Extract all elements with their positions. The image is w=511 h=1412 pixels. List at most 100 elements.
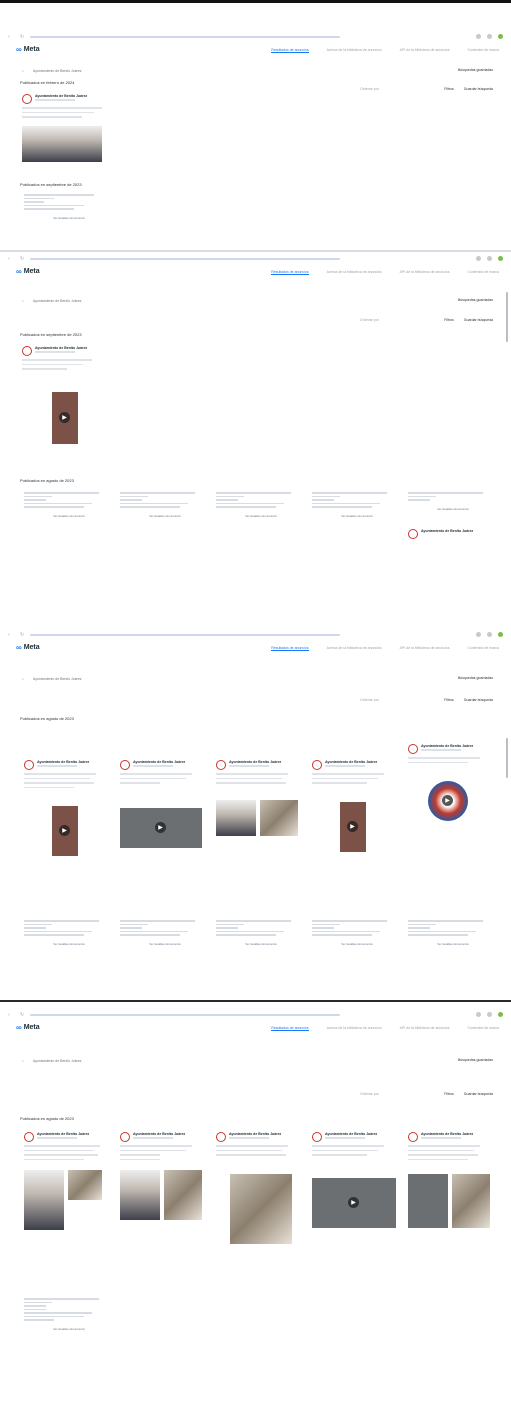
ad-image[interactable] [120, 1170, 160, 1220]
meta-logo[interactable]: ∞ Meta [16, 643, 40, 652]
ad-details-link[interactable]: Ver detalles del anuncio [24, 216, 114, 220]
back-icon[interactable]: ‹ [8, 1013, 12, 1018]
search-input[interactable]: Ayuntamiento de Benito Juárez [30, 1058, 85, 1064]
address-bar[interactable] [30, 36, 340, 38]
tab-results[interactable]: Resultados de anuncios [271, 48, 309, 53]
ad-video[interactable]: ▶ [52, 806, 78, 856]
ad-image[interactable] [164, 1170, 202, 1220]
ad-card[interactable]: Ayuntamiento de Benito Juárez [120, 1132, 208, 1220]
advertiser-name[interactable]: Ayuntamiento de Benito Juárez [133, 1132, 185, 1136]
advertiser-name[interactable]: Ayuntamiento de Benito Juárez [421, 744, 473, 748]
meta-logo[interactable]: ∞ Meta [16, 45, 40, 54]
ad-card[interactable]: Ayuntamiento de Benito Juárez [24, 1132, 112, 1230]
advertiser-name[interactable]: Ayuntamiento de Benito Juárez [421, 529, 473, 539]
address-bar[interactable] [30, 258, 340, 260]
ad-image[interactable] [68, 1170, 102, 1200]
advertiser-name[interactable]: Ayuntamiento de Benito Juárez [35, 346, 87, 350]
ad-details-link[interactable]: Ver detalles del anuncio [24, 1327, 114, 1331]
ad-card[interactable]: Ayuntamiento de Benito Juárez ▶ [312, 1132, 400, 1228]
ad-video[interactable]: ▶ [428, 781, 468, 821]
tab-about[interactable]: Acerca de la biblioteca de anuncios [327, 48, 382, 53]
ad-card[interactable]: Ayuntamiento de Benito Juárez ▶ [408, 744, 496, 821]
scrollbar[interactable] [506, 738, 508, 778]
ad-image[interactable] [260, 799, 298, 836]
filters-button[interactable]: Filtros [444, 698, 454, 702]
advertiser-name[interactable]: Ayuntamiento de Benito Juárez [229, 1132, 281, 1136]
tab-api[interactable]: API de la biblioteca de anuncios [400, 646, 450, 651]
tab-branded[interactable]: Contenido de marca [467, 270, 499, 275]
reload-icon[interactable]: ↻ [20, 633, 24, 638]
save-search-button[interactable]: Guardar búsqueda [464, 318, 493, 322]
ad-card[interactable]: Ayuntamiento de Benito Juárez [22, 94, 112, 162]
advertiser-name[interactable]: Ayuntamiento de Benito Juárez [325, 1132, 377, 1136]
meta-logo[interactable]: ∞ Meta [16, 1023, 40, 1032]
ad-details-link[interactable]: Ver detalles del anuncio [408, 942, 498, 946]
play-icon[interactable]: ▶ [348, 1196, 359, 1208]
ad-card[interactable]: Ayuntamiento de Benito Juárez [216, 760, 304, 836]
saved-searches-button[interactable]: Búsquedas guardadas [458, 676, 493, 680]
back-icon[interactable]: ‹ [8, 257, 12, 262]
ad-video[interactable]: ▶ [340, 801, 366, 852]
ad-details-link[interactable]: Ver detalles del anuncio [312, 514, 402, 518]
advertiser-name[interactable]: Ayuntamiento de Benito Juárez [325, 760, 377, 764]
advertiser-name[interactable]: Ayuntamiento de Benito Juárez [133, 760, 185, 764]
play-icon[interactable]: ▶ [347, 820, 358, 832]
reload-icon[interactable]: ↻ [20, 35, 24, 40]
play-icon[interactable]: ▶ [155, 821, 166, 833]
ad-image[interactable] [452, 1174, 490, 1228]
advertiser-name[interactable]: Ayuntamiento de Benito Juárez [37, 1132, 89, 1136]
tab-about[interactable]: Acerca de la biblioteca de anuncios [327, 646, 382, 651]
ad-image[interactable] [22, 125, 102, 162]
tab-about[interactable]: Acerca de la biblioteca de anuncios [327, 270, 382, 275]
ad-details-link[interactable]: Ver detalles del anuncio [312, 942, 402, 946]
filters-button[interactable]: Filtros [444, 1092, 454, 1096]
ad-card[interactable]: Ayuntamiento de Benito Juárez ▶ [120, 760, 208, 848]
address-bar[interactable] [30, 1014, 340, 1016]
tab-results[interactable]: Resultados de anuncios [271, 646, 309, 651]
search-input[interactable]: Ayuntamiento de Benito Juárez [30, 676, 85, 682]
ad-details-link[interactable]: Ver detalles del anuncio [120, 942, 210, 946]
ad-card[interactable]: Ayuntamiento de Benito Juárez ▶ [24, 760, 112, 856]
ad-card[interactable]: Ayuntamiento de Benito Juárez ▶ [312, 760, 400, 852]
tab-api[interactable]: API de la biblioteca de anuncios [400, 48, 450, 53]
tab-results[interactable]: Resultados de anuncios [271, 270, 309, 275]
play-icon[interactable]: ▶ [59, 411, 70, 423]
tab-branded[interactable]: Contenido de marca [467, 48, 499, 53]
address-bar[interactable] [30, 634, 340, 636]
tab-branded[interactable]: Contenido de marca [467, 1026, 499, 1031]
tab-branded[interactable]: Contenido de marca [467, 646, 499, 651]
ad-video[interactable]: ▶ [120, 807, 202, 848]
filters-button[interactable]: Filtros [444, 318, 454, 322]
advertiser-name[interactable]: Ayuntamiento de Benito Juárez [229, 760, 281, 764]
search-input[interactable]: Ayuntamiento de Benito Juárez [30, 68, 85, 74]
ad-details-link[interactable]: Ver detalles del anuncio [216, 514, 306, 518]
save-search-button[interactable]: Guardar búsqueda [464, 87, 493, 91]
saved-searches-button[interactable]: Búsquedas guardadas [458, 68, 493, 72]
reload-icon[interactable]: ↻ [20, 257, 24, 262]
ad-image[interactable] [24, 1170, 64, 1230]
sort-dropdown[interactable]: Ordenar por [360, 318, 379, 322]
tab-api[interactable]: API de la biblioteca de anuncios [400, 1026, 450, 1031]
ad-card[interactable]: Ayuntamiento de Benito Juárez [408, 1132, 496, 1228]
sort-dropdown[interactable]: Ordenar por [360, 87, 379, 91]
ad-details-link[interactable]: Ver detalles del anuncio [408, 507, 498, 511]
ad-video[interactable]: ▶ [52, 391, 78, 444]
tab-results[interactable]: Resultados de anuncios [271, 1026, 309, 1031]
ad-image[interactable] [408, 1174, 448, 1228]
ad-video[interactable]: ▶ [312, 1177, 396, 1228]
ad-card[interactable]: Ayuntamiento de Benito Juárez ▶ [22, 346, 110, 444]
saved-searches-button[interactable]: Búsquedas guardadas [458, 298, 493, 302]
back-icon[interactable]: ‹ [8, 633, 12, 638]
reload-icon[interactable]: ↻ [20, 1013, 24, 1018]
scrollbar[interactable] [506, 292, 508, 342]
play-icon[interactable]: ▶ [59, 825, 70, 836]
advertiser-name[interactable]: Ayuntamiento de Benito Juárez [37, 760, 89, 764]
filters-button[interactable]: Filtros [444, 87, 454, 91]
saved-searches-button[interactable]: Búsquedas guardadas [458, 1058, 493, 1062]
ad-image[interactable] [230, 1173, 292, 1244]
save-search-button[interactable]: Guardar búsqueda [464, 698, 493, 702]
advertiser-name[interactable]: Ayuntamiento de Benito Juárez [421, 1132, 473, 1136]
ad-card[interactable]: Ayuntamiento de Benito Juárez [216, 1132, 304, 1244]
ad-details-link[interactable]: Ver detalles del anuncio [120, 514, 210, 518]
back-icon[interactable]: ‹ [8, 35, 12, 40]
